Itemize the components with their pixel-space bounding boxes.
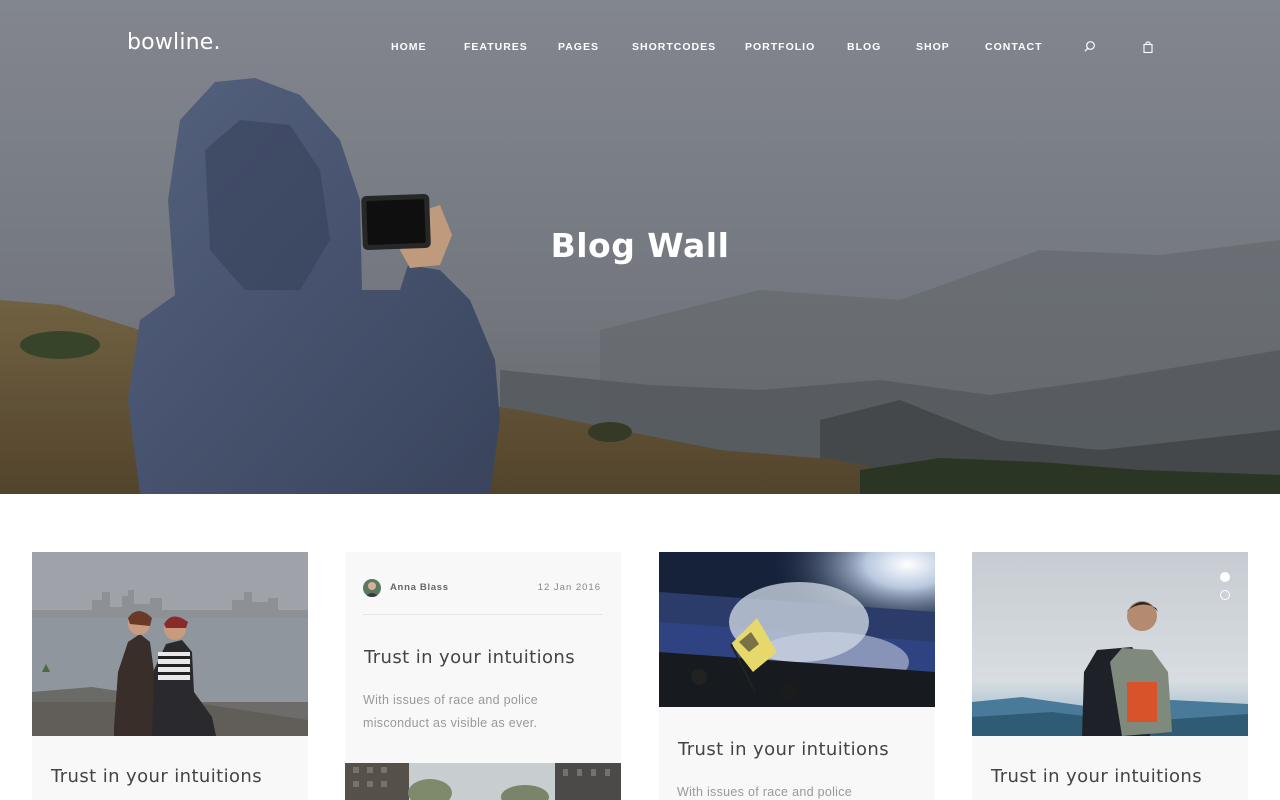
nav-item-features[interactable]: FEATURES	[464, 41, 528, 53]
post-image-hiker	[972, 552, 1248, 736]
post-excerpt-line: With issues of race and police	[363, 693, 539, 707]
author-avatar[interactable]	[363, 579, 381, 597]
post-date: 12 Jan 2016	[537, 582, 601, 593]
post-title[interactable]: Trust in your intuitions	[991, 766, 1202, 787]
nav-item-home[interactable]: HOME	[391, 41, 427, 53]
shopping-bag-icon[interactable]	[1141, 40, 1155, 54]
nav-item-shop[interactable]: SHOP	[916, 41, 950, 53]
post-excerpt-line: misconduct as visible as ever.	[363, 716, 538, 730]
blog-post-card[interactable]: Trust in your intuitions With issues of …	[659, 552, 935, 800]
top-navigation-bar: bowline. HOME FEATURES PAGES SHORTCODES …	[0, 0, 1280, 96]
nav-item-contact[interactable]: CONTACT	[985, 41, 1043, 53]
divider	[363, 614, 603, 615]
nav-item-blog[interactable]: BLOG	[847, 41, 881, 53]
post-image-stadium	[659, 552, 935, 707]
post-author[interactable]: Anna Blass	[390, 582, 449, 593]
slider-dot[interactable]	[1220, 590, 1230, 600]
nav-item-pages[interactable]: PAGES	[558, 41, 599, 53]
blog-post-card[interactable]: Trust in your intuitions	[32, 552, 308, 800]
site-logo[interactable]: bowline.	[127, 30, 221, 55]
nav-item-shortcodes[interactable]: SHORTCODES	[632, 41, 716, 53]
blog-post-card[interactable]: Trust in your intuitions	[972, 552, 1248, 800]
search-icon[interactable]	[1083, 40, 1097, 54]
post-title[interactable]: Trust in your intuitions	[51, 766, 262, 787]
post-image-city	[345, 763, 621, 800]
slider-dot-active[interactable]	[1220, 572, 1230, 582]
nav-item-portfolio[interactable]: PORTFOLIO	[745, 41, 815, 53]
post-title[interactable]: Trust in your intuitions	[364, 647, 575, 668]
blog-post-card[interactable]: Anna Blass 12 Jan 2016 Trust in your int…	[345, 552, 621, 800]
hero-banner: bowline. HOME FEATURES PAGES SHORTCODES …	[0, 0, 1280, 494]
post-title[interactable]: Trust in your intuitions	[678, 739, 889, 760]
post-image-couple	[32, 552, 308, 736]
page-title: Blog Wall	[550, 226, 730, 265]
post-excerpt-line: With issues of race and police	[677, 785, 853, 799]
